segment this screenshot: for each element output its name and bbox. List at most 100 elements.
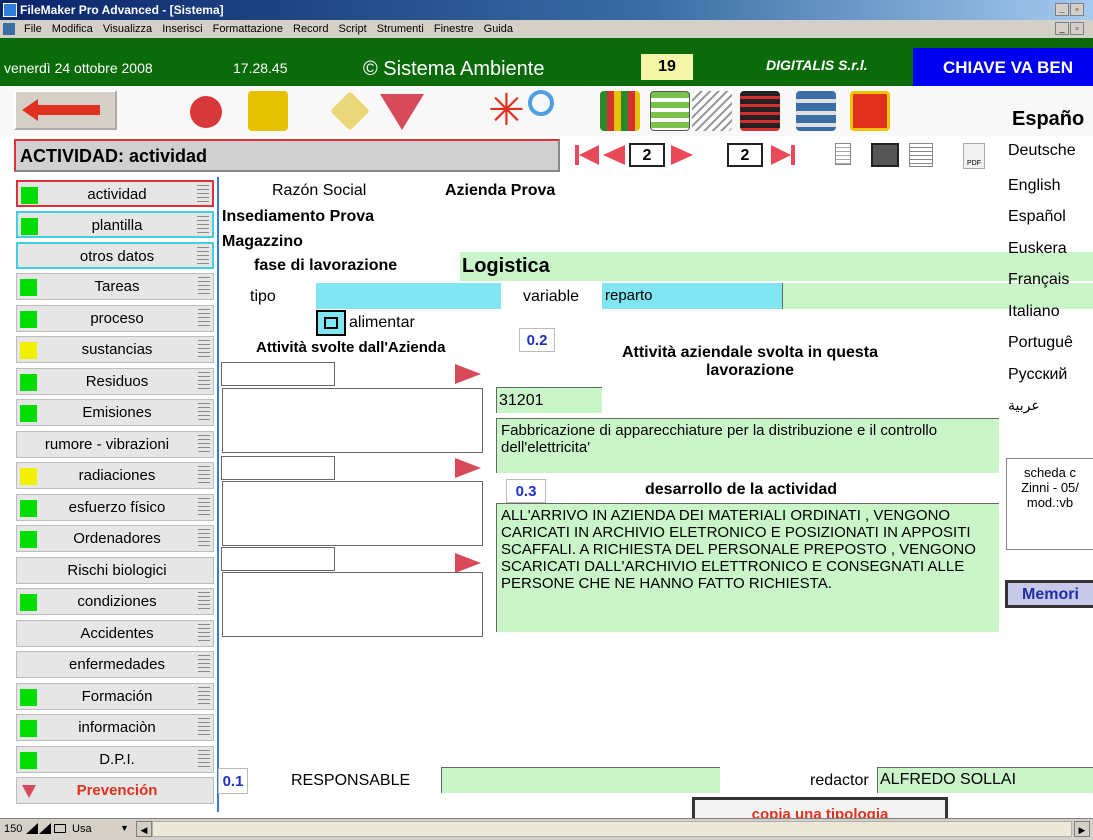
language-espanol[interactable]: Español	[1008, 208, 1066, 226]
zoom-in-icon[interactable]	[39, 823, 51, 834]
menu-formattazione[interactable]: Formattazione	[213, 23, 283, 35]
arrow-right-icon[interactable]	[455, 364, 481, 384]
doc-minimize-icon[interactable]: _	[1055, 22, 1069, 35]
last-record-icon[interactable]	[771, 145, 791, 165]
tipo-field[interactable]	[316, 283, 501, 309]
sidebar-item-rischi-biologici[interactable]: Rischi biologici	[16, 557, 214, 584]
menu-file[interactable]: File	[24, 23, 42, 35]
activity-text-2[interactable]	[222, 481, 483, 546]
language-russian[interactable]: Русский	[1008, 366, 1067, 384]
record-navigation: 2 2 PDF	[575, 141, 985, 169]
language-arabic[interactable]: عربية	[1008, 397, 1040, 414]
exit-icon[interactable]	[850, 91, 890, 131]
next-record-icon[interactable]	[671, 145, 693, 165]
activity-code-input-2[interactable]	[221, 456, 335, 480]
doc-restore-icon[interactable]: ▫	[1070, 22, 1084, 35]
arrow-right-icon[interactable]	[455, 458, 481, 478]
document-icon[interactable]	[835, 143, 851, 165]
sidebar-item-enfermedades[interactable]: enfermedades	[16, 651, 214, 678]
menu-finestre[interactable]: Finestre	[434, 23, 474, 35]
sidebar-item-label: Rischi biologici	[67, 562, 167, 579]
scroll-right-icon[interactable]: ▶	[1074, 821, 1090, 837]
pdf-icon[interactable]: PDF	[963, 143, 985, 169]
print-icon[interactable]	[190, 96, 222, 128]
menu-script[interactable]: Script	[339, 23, 367, 35]
sidebar-item-otros-datos[interactable]: otros datos	[16, 242, 214, 269]
sidebar-item-accidentes[interactable]: Accidentes	[16, 620, 214, 647]
menu-strumenti[interactable]: Strumenti	[377, 23, 424, 35]
status-dot	[20, 342, 37, 359]
memori-button[interactable]: Memori	[1005, 580, 1093, 608]
arrow-right-icon[interactable]	[455, 553, 481, 573]
mode-label[interactable]: Usa	[72, 823, 92, 835]
status-date: venerdì 24 ottobre 2008	[4, 60, 153, 76]
activity-text-1[interactable]	[222, 388, 483, 453]
files-icon[interactable]	[248, 91, 288, 131]
sidebar-item-dpi[interactable]: D.P.I.	[16, 746, 214, 773]
sidebar-item-actividad[interactable]: actividad	[16, 180, 214, 207]
language-deutsche[interactable]: Deutsche	[1008, 142, 1076, 160]
sidebar-item-emisiones[interactable]: Emisiones	[16, 399, 214, 426]
funnel-icon[interactable]	[380, 94, 424, 130]
minimize-icon[interactable]: _	[1055, 3, 1069, 16]
language-francais[interactable]: Français	[1008, 271, 1069, 289]
grip-icon	[198, 624, 210, 643]
variable-field[interactable]: reparto	[602, 283, 782, 309]
printer-icon[interactable]	[871, 143, 899, 167]
language-italiano[interactable]: Italiano	[1008, 303, 1060, 321]
responsable-field[interactable]	[441, 767, 720, 793]
language-euskera[interactable]: Euskera	[1008, 240, 1067, 258]
diamond-icon[interactable]	[330, 91, 370, 131]
activity-text-3[interactable]	[222, 572, 483, 637]
sidebar-item-ordenadores[interactable]: Ordenadores	[16, 525, 214, 552]
restore-icon[interactable]: ▫	[1070, 3, 1084, 16]
activity-code-input-1[interactable]	[221, 362, 335, 386]
sidebar-item-formacion[interactable]: Formación	[16, 683, 214, 710]
sidebar-item-rumore-vibrazioni[interactable]: rumore - vibrazioni	[16, 431, 214, 458]
desarrollo-text-field[interactable]: ALL'ARRIVO IN AZIENDA DEI MATERIALI ORDI…	[496, 503, 999, 632]
sidebar-item-condiziones[interactable]: condiziones	[16, 588, 214, 615]
menu-inserisci[interactable]: Inserisci	[162, 23, 202, 35]
list-icon[interactable]	[650, 91, 690, 131]
activity-description-field[interactable]: Fabbricazione di apparecchiature per la …	[496, 418, 999, 473]
sidebar-item-informacion[interactable]: informaciòn	[16, 714, 214, 741]
menu-guida[interactable]: Guida	[484, 23, 513, 35]
prev-record-icon[interactable]	[603, 145, 625, 165]
desarrollo-label: desarrollo de la actividad	[645, 481, 838, 498]
sidebar-item-proceso[interactable]: proceso	[16, 305, 214, 332]
scroll-left-icon[interactable]: ◀	[136, 821, 152, 837]
search-icon[interactable]	[528, 90, 554, 116]
asterisk-icon[interactable]: ✳	[488, 86, 525, 136]
status-bar: venerdì 24 ottobre 2008 17.28.45 © Siste…	[0, 38, 1093, 88]
menu-visualizza[interactable]: Visualizza	[103, 23, 152, 35]
activity-code-input-3[interactable]	[221, 547, 335, 571]
activity-code-field[interactable]: 31201	[496, 387, 602, 413]
language-english[interactable]: English	[1008, 177, 1060, 195]
sidebar-item-esfuerzo-fisico[interactable]: esfuerzo físico	[16, 494, 214, 521]
sidebar-item-residuos[interactable]: Residuos	[16, 368, 214, 395]
back-button[interactable]	[14, 90, 117, 130]
film-icon[interactable]	[740, 91, 780, 131]
sidebar-item-sustancias[interactable]: sustancias	[16, 336, 214, 363]
mode-dropdown-icon[interactable]: ▼	[120, 823, 129, 833]
sidebar-item-radiaciones[interactable]: radiaciones	[16, 462, 214, 489]
copy-pages-icon[interactable]	[909, 143, 933, 167]
pages-icon[interactable]	[692, 91, 732, 131]
sidebar-item-tareas[interactable]: Tareas	[16, 273, 214, 300]
tools-icon[interactable]	[796, 91, 836, 131]
menu-modifica[interactable]: Modifica	[52, 23, 93, 35]
sidebar-item-prevencion[interactable]: Prevención	[16, 777, 214, 804]
alimentar-checkbox[interactable]	[316, 310, 346, 336]
horizontal-scrollbar[interactable]	[152, 821, 1072, 837]
language-portugues[interactable]: Portuguê	[1008, 334, 1073, 352]
status-area-icon[interactable]	[54, 824, 66, 833]
fase-field[interactable]: Logistica	[460, 252, 1093, 281]
sidebar-item-plantilla[interactable]: plantilla	[16, 211, 214, 238]
redactor-field[interactable]: ALFREDO SOLLAI	[877, 767, 1093, 793]
zoom-icon[interactable]	[26, 823, 38, 834]
menu-record[interactable]: Record	[293, 23, 328, 35]
zoom-level[interactable]: 150	[4, 823, 22, 835]
copia-tipologia-button[interactable]: copia una tipologia	[692, 797, 948, 820]
books-icon[interactable]	[600, 91, 640, 131]
current-record[interactable]: 2	[629, 143, 665, 167]
